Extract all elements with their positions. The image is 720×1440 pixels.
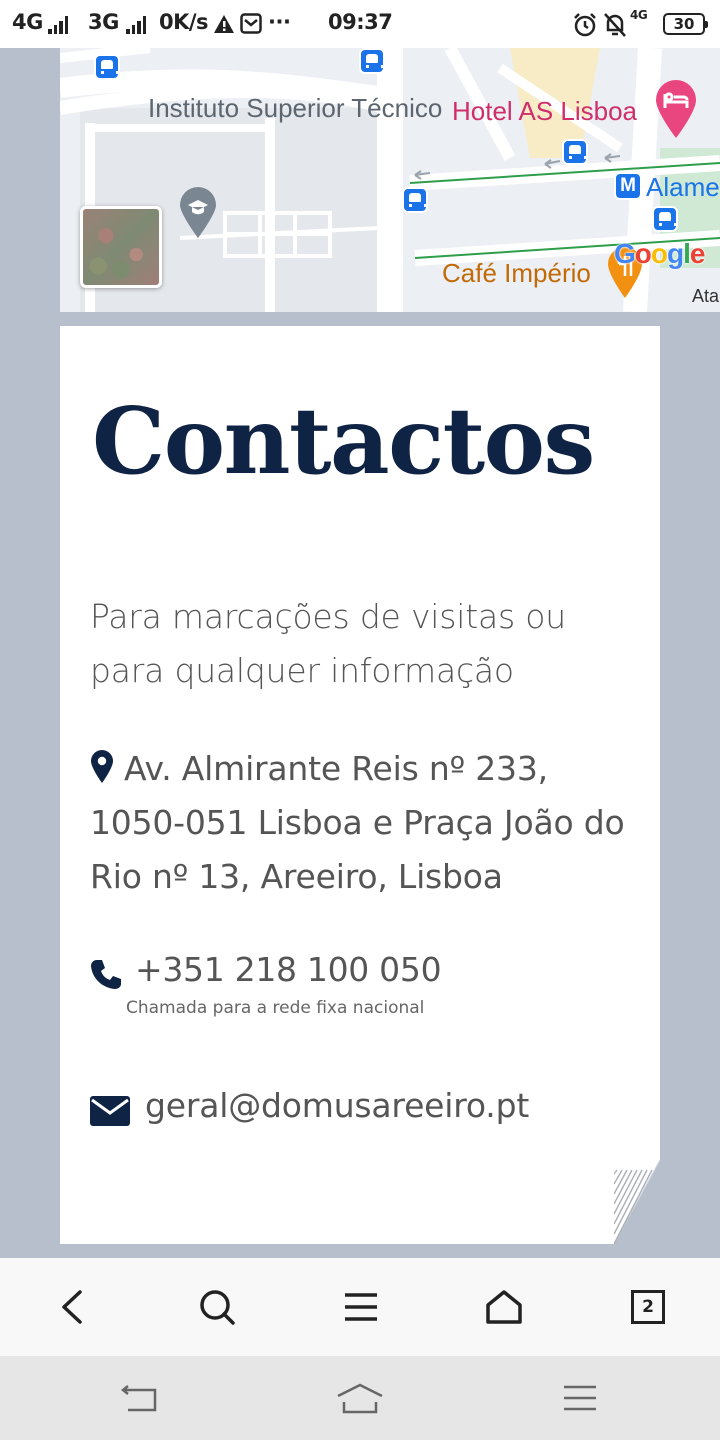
- message-icon: [240, 13, 262, 34]
- clock: 09:37: [328, 10, 393, 34]
- google-logo: Google: [614, 238, 705, 269]
- return-icon: [120, 1385, 157, 1412]
- bus-stop-icon[interactable]: [402, 187, 428, 213]
- bus-stop-icon[interactable]: [359, 48, 385, 74]
- bus-stop-icon[interactable]: [562, 139, 588, 165]
- university-pin-icon[interactable]: [178, 186, 218, 240]
- nav-home-button[interactable]: [335, 1376, 385, 1420]
- signal-icon: [48, 14, 68, 34]
- page-fold-decoration: [614, 1160, 660, 1244]
- recents-icon: [564, 1385, 596, 1411]
- mute-bell-icon: [604, 13, 626, 37]
- menu-button[interactable]: [336, 1282, 386, 1332]
- more-notifications: ···: [268, 10, 291, 34]
- bus-stop-icon[interactable]: [94, 54, 120, 80]
- phone-note: Chamada para a rede fixa nacional: [126, 998, 425, 1018]
- network-type-1: 4G: [12, 10, 43, 34]
- nav-back-button[interactable]: [115, 1376, 165, 1420]
- map-label-institute: Instituto Superior Técnico: [148, 93, 442, 123]
- search-icon: [200, 1290, 235, 1325]
- phone-icon: [91, 960, 121, 989]
- address-row: Av. Almirante Reis nº 233, 1050-051 Lisb…: [90, 742, 640, 904]
- map-label-metro-station: Alame: [646, 172, 720, 202]
- network-type-3: 4G: [630, 8, 648, 22]
- phone-number-link[interactable]: +351 218 100 050: [135, 950, 442, 989]
- map-embed[interactable]: Instituto Superior Técnico Hotel AS Lisb…: [60, 48, 720, 312]
- signal-icon-2: [126, 14, 146, 34]
- chevron-left-icon: [62, 1290, 82, 1324]
- page-title: Contactos: [92, 387, 595, 495]
- warning-icon: [214, 15, 234, 33]
- menu-icon: [345, 1293, 377, 1321]
- network-speed: 0K/s: [159, 10, 209, 34]
- alarm-icon: [574, 13, 596, 37]
- battery-indicator: 30: [663, 13, 708, 35]
- email-link[interactable]: geral@domusareeiro.pt: [145, 1086, 529, 1125]
- bus-stop-icon[interactable]: [652, 206, 678, 232]
- browser-toolbar: 2: [0, 1258, 720, 1356]
- tabs-button[interactable]: 2: [623, 1282, 673, 1332]
- home-button[interactable]: [479, 1282, 529, 1332]
- hotel-pin-icon[interactable]: [654, 78, 698, 140]
- map-label-cafe: Café Império: [442, 258, 591, 288]
- home-outline-icon: [337, 1383, 383, 1414]
- map-label-hotel: Hotel AS Lisboa: [452, 96, 638, 126]
- contact-card: Contactos Para marcações de visitas ou p…: [60, 326, 660, 1244]
- satellite-view-toggle[interactable]: [80, 206, 162, 288]
- map-label-edge: Ata: [692, 286, 720, 306]
- status-bar: 4G 3G 0K/s ··· 09:37 4G 30: [0, 0, 720, 48]
- map-pin-icon: [91, 750, 113, 783]
- tabs-count: 2: [631, 1290, 665, 1324]
- contact-intro: Para marcações de visitas ou para qualqu…: [90, 597, 566, 690]
- network-type-2: 3G: [88, 10, 119, 34]
- address-text: Av. Almirante Reis nº 233, 1050-051 Lisb…: [90, 749, 625, 896]
- nav-recents-button[interactable]: [555, 1376, 605, 1420]
- metro-icon[interactable]: M: [614, 172, 642, 200]
- search-button[interactable]: [192, 1282, 242, 1332]
- system-nav-bar: [0, 1356, 720, 1440]
- home-icon: [486, 1290, 522, 1324]
- mail-icon: [90, 1096, 130, 1126]
- back-button[interactable]: [47, 1282, 97, 1332]
